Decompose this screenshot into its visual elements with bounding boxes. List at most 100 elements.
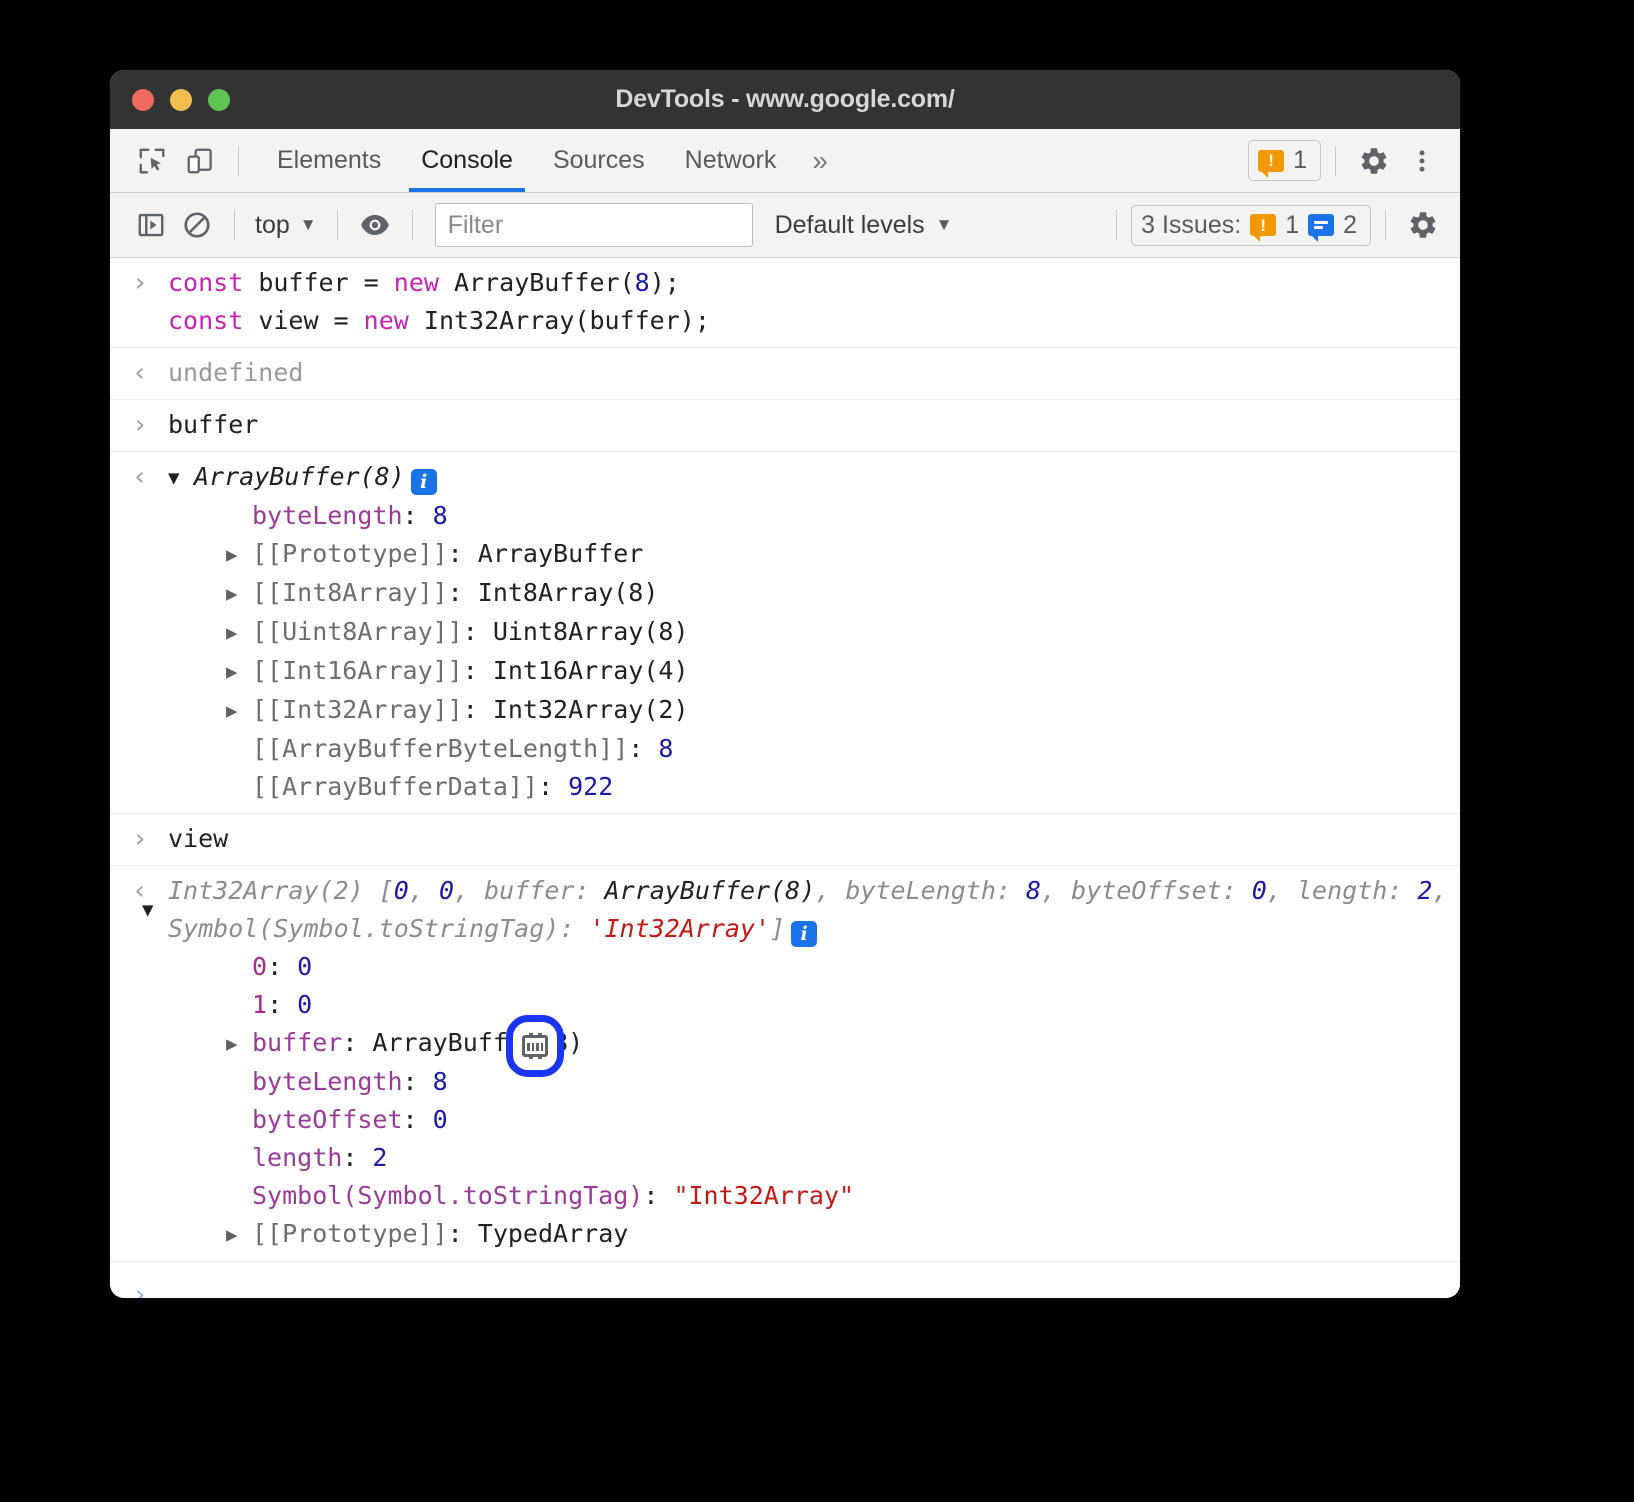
- object-property-row[interactable]: ▶[[Prototype]]: ArrayBuffer: [168, 535, 1460, 574]
- property-value: Uint8Array(8): [493, 617, 689, 646]
- code-token: Symbol(Symbol.toStringTag): [168, 914, 559, 943]
- console-message-input: › view: [110, 814, 1460, 866]
- object-property-row[interactable]: byteLength: 8: [168, 1063, 1460, 1101]
- object-preview-label: ArrayBuffer(8): [194, 462, 405, 491]
- object-property-row[interactable]: ▶[[Prototype]]: TypedArray: [168, 1215, 1460, 1254]
- memory-chip-icon[interactable]: [506, 1015, 564, 1077]
- property-separator: :: [463, 617, 493, 646]
- gear-icon[interactable]: [1350, 137, 1398, 185]
- property-separator: :: [463, 695, 493, 724]
- panel-tabs: Elements Console Sources Network »: [257, 129, 844, 192]
- object-property-row[interactable]: [[ArrayBufferByteLength]]: 8: [168, 730, 1460, 768]
- input-code-line-2: const view = new Int32Array(buffer);: [168, 302, 1460, 340]
- tab-network[interactable]: Network: [665, 129, 797, 192]
- kebab-menu-icon[interactable]: [1398, 137, 1446, 185]
- input-code-line-1: const buffer = new ArrayBuffer(8);: [168, 264, 1460, 302]
- toolbar-divider: [1335, 146, 1336, 176]
- execution-context-selector[interactable]: top ▼: [249, 211, 323, 240]
- code-token: :: [1387, 876, 1417, 905]
- code-token: ,: [454, 876, 484, 905]
- code-token: 0: [394, 876, 409, 905]
- disclosure-triangle-icon[interactable]: ▶: [226, 692, 252, 730]
- property-name: byteOffset: [252, 1105, 403, 1134]
- object-property-row[interactable]: [[ArrayBufferData]]: 922: [168, 768, 1460, 806]
- disclosure-triangle-icon[interactable]: ▶: [226, 1216, 252, 1254]
- screenshot-root: DevTools - www.google.com/ Elements Cons…: [0, 0, 1634, 1502]
- chip-pin: [532, 1043, 535, 1051]
- code-token: new: [394, 268, 454, 297]
- property-name: byteLength: [252, 501, 403, 530]
- object-property-row[interactable]: ▶[[Int8Array]]: Int8Array(8): [168, 574, 1460, 613]
- code-token: const: [168, 306, 258, 335]
- tab-console[interactable]: Console: [401, 129, 533, 192]
- code-token: :: [574, 876, 604, 905]
- property-value: 0: [433, 1105, 448, 1134]
- disclosure-triangle-open-icon[interactable]: ▼: [142, 891, 168, 929]
- minimize-window-button[interactable]: [170, 89, 192, 111]
- object-property-row[interactable]: 0: 0: [168, 948, 1460, 986]
- console-log-area[interactable]: › const buffer = new ArrayBuffer(8); con…: [110, 258, 1460, 1298]
- console-message-input: › const buffer = new ArrayBuffer(8); con…: [110, 258, 1460, 348]
- object-property-row[interactable]: ▶[[Uint8Array]]: Uint8Array(8): [168, 613, 1460, 652]
- log-levels-selector[interactable]: Default levels ▼: [775, 211, 953, 240]
- property-value: 2: [372, 1143, 387, 1172]
- toolbar-divider: [238, 146, 239, 176]
- object-property-row[interactable]: byteOffset: 0: [168, 1101, 1460, 1139]
- property-value: Int16Array(4): [493, 656, 689, 685]
- disclosure-triangle-icon[interactable]: ▶: [226, 536, 252, 574]
- property-value: TypedArray: [478, 1219, 629, 1248]
- tab-sources[interactable]: Sources: [533, 129, 665, 192]
- output-prompt-icon: ‹: [132, 354, 168, 392]
- object-property-row[interactable]: ▶[[Int16Array]]: Int16Array(4): [168, 652, 1460, 691]
- property-name: [[Int8Array]]: [252, 578, 448, 607]
- more-tabs-icon[interactable]: »: [796, 145, 844, 177]
- disclosure-triangle-icon[interactable]: ▶: [226, 614, 252, 652]
- maximize-window-button[interactable]: [208, 89, 230, 111]
- object-property-row[interactable]: byteLength: 8: [168, 497, 1460, 535]
- console-message-input: › buffer: [110, 400, 1460, 452]
- property-value: 922: [568, 772, 613, 801]
- input-expression-buffer: buffer: [168, 406, 1460, 444]
- filter-input[interactable]: [435, 203, 753, 247]
- property-name: [[ArrayBufferByteLength]]: [252, 734, 628, 763]
- object-property-list: 0: 01: 0▶buffer: ArrayBuffer(8)byteLengt…: [168, 948, 1460, 1254]
- disclosure-triangle-open-icon[interactable]: ▼: [168, 459, 194, 497]
- log-levels-label: Default levels: [775, 211, 925, 240]
- tab-elements[interactable]: Elements: [257, 129, 401, 192]
- object-property-row[interactable]: length: 2: [168, 1139, 1460, 1177]
- inspect-element-icon[interactable]: [128, 137, 176, 185]
- close-window-button[interactable]: [132, 89, 154, 111]
- property-separator: :: [643, 1181, 673, 1210]
- code-token: 0: [1252, 876, 1267, 905]
- info-badge-icon[interactable]: i: [791, 921, 817, 947]
- disclosure-triangle-icon[interactable]: ▶: [226, 653, 252, 691]
- console-sidebar-icon[interactable]: [128, 202, 174, 248]
- property-separator: :: [267, 990, 297, 1019]
- toolbar-divider: [337, 210, 338, 240]
- object-property-row[interactable]: Symbol(Symbol.toStringTag): "Int32Array": [168, 1177, 1460, 1215]
- memory-chip-glyph: [522, 1035, 548, 1057]
- object-property-row[interactable]: ▶[[Int32Array]]: Int32Array(2): [168, 691, 1460, 730]
- property-separator: :: [403, 1067, 433, 1096]
- code-token: byteLength: [845, 876, 996, 905]
- console-prompt-row[interactable]: ›: [110, 1262, 1460, 1298]
- code-token: Int32Array(2) [: [168, 876, 394, 905]
- object-header-int32array[interactable]: ▼ Int32Array(2) [0, 0, buffer: ArrayBuff…: [168, 872, 1460, 948]
- object-property-row[interactable]: ▶buffer: ArrayBuffer(8): [168, 1024, 1460, 1063]
- device-toolbar-icon[interactable]: [176, 137, 224, 185]
- warning-count-badge[interactable]: ! 1: [1248, 140, 1321, 181]
- warning-count-label: 1: [1293, 146, 1307, 175]
- property-name: [[Int16Array]]: [252, 656, 463, 685]
- issues-summary-badge[interactable]: 3 Issues: ! 1 2: [1131, 205, 1371, 246]
- disclosure-triangle-icon[interactable]: ▶: [226, 575, 252, 613]
- code-token: new: [364, 306, 424, 335]
- object-header-arraybuffer[interactable]: ▼ArrayBuffer(8)i: [168, 458, 1460, 497]
- object-property-row[interactable]: 1: 0: [168, 986, 1460, 1024]
- eye-icon[interactable]: [352, 202, 398, 248]
- disclosure-triangle-icon[interactable]: ▶: [226, 1025, 252, 1063]
- code-token: buffer =: [258, 268, 393, 297]
- clear-console-icon[interactable]: [174, 202, 220, 248]
- gear-icon[interactable]: [1400, 202, 1446, 248]
- code-token: ,: [1432, 876, 1460, 905]
- info-badge-icon[interactable]: i: [411, 469, 437, 495]
